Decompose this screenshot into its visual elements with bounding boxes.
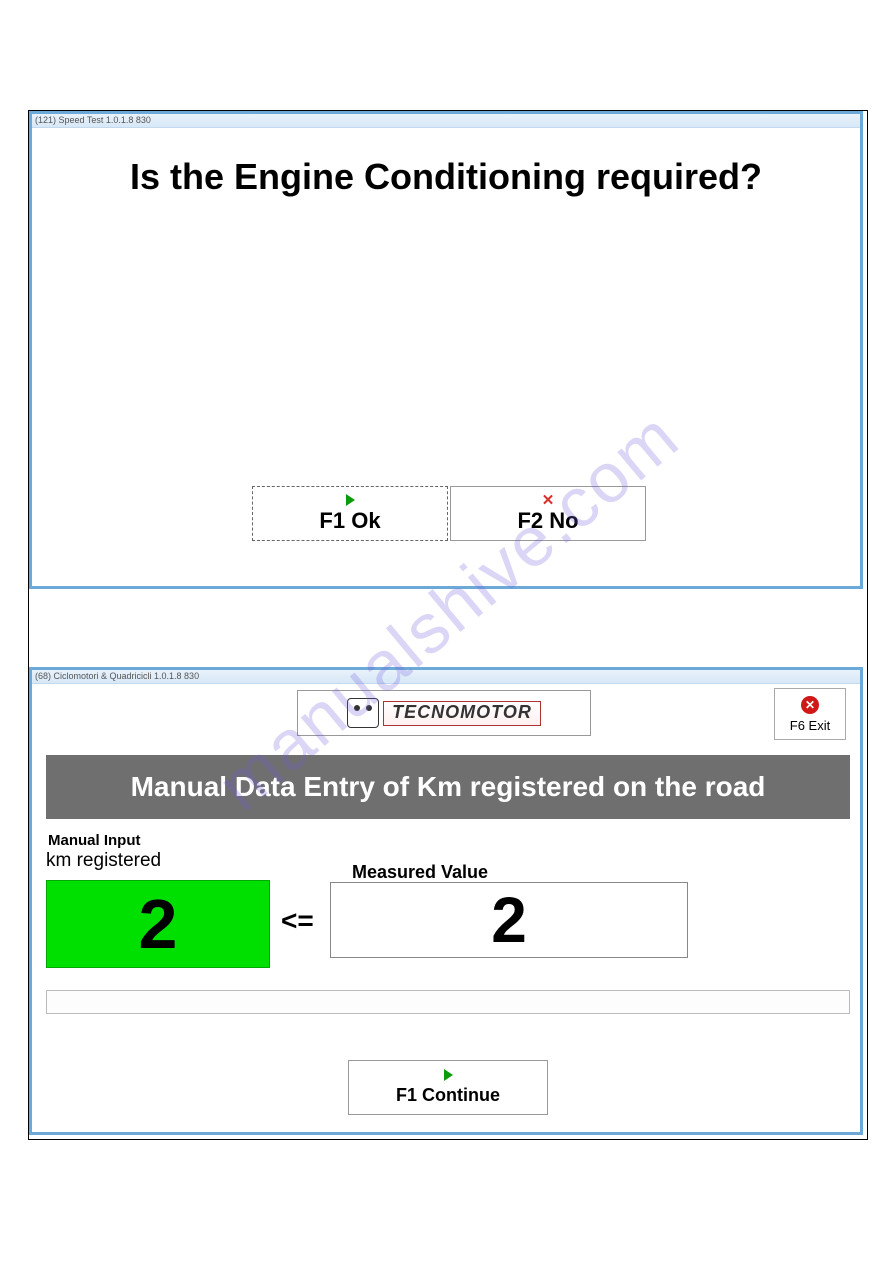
comparison-operator: <= xyxy=(281,905,314,937)
button-row: F1 Ok ✕ F2 No xyxy=(252,486,646,541)
ok-button-label: F1 Ok xyxy=(319,508,380,534)
measured-value-label: Measured Value xyxy=(352,862,488,883)
close-icon: ✕ xyxy=(542,491,555,509)
dialog-km-entry: (68) Ciclomotori & Quadricicli 1.0.1.8 8… xyxy=(29,667,863,1135)
km-registered-label: km registered xyxy=(46,850,161,872)
manual-input-label: Manual Input xyxy=(48,832,141,849)
no-button-label: F2 No xyxy=(517,508,578,534)
exit-button[interactable]: ✕ F6 Exit xyxy=(774,688,846,740)
status-bar xyxy=(46,990,850,1014)
play-icon xyxy=(444,1069,453,1081)
page-frame: (121) Speed Test 1.0.1.8 830 Is the Engi… xyxy=(28,110,868,1140)
logo: TECNOMOTOR xyxy=(297,690,591,736)
km-input[interactable]: 2 xyxy=(46,880,270,968)
window-title: (121) Speed Test 1.0.1.8 830 xyxy=(32,114,860,128)
measured-value: 2 xyxy=(491,883,527,957)
km-input-value: 2 xyxy=(139,884,178,964)
no-button[interactable]: ✕ F2 No xyxy=(450,486,646,541)
question-text: Is the Engine Conditioning required? xyxy=(32,128,860,198)
continue-button[interactable]: F1 Continue xyxy=(348,1060,548,1115)
logo-text: TECNOMOTOR xyxy=(383,701,541,726)
exit-button-label: F6 Exit xyxy=(790,718,830,733)
dialog-engine-conditioning: (121) Speed Test 1.0.1.8 830 Is the Engi… xyxy=(29,111,863,589)
banner-title: Manual Data Entry of Km registered on th… xyxy=(46,755,850,819)
ok-button[interactable]: F1 Ok xyxy=(252,486,448,541)
continue-button-label: F1 Continue xyxy=(396,1085,500,1106)
play-icon xyxy=(346,494,355,506)
logo-mascot-icon xyxy=(347,698,379,728)
window-title: (68) Ciclomotori & Quadricicli 1.0.1.8 8… xyxy=(32,670,860,684)
close-circle-icon: ✕ xyxy=(801,696,819,714)
measured-value-display: 2 xyxy=(330,882,688,958)
